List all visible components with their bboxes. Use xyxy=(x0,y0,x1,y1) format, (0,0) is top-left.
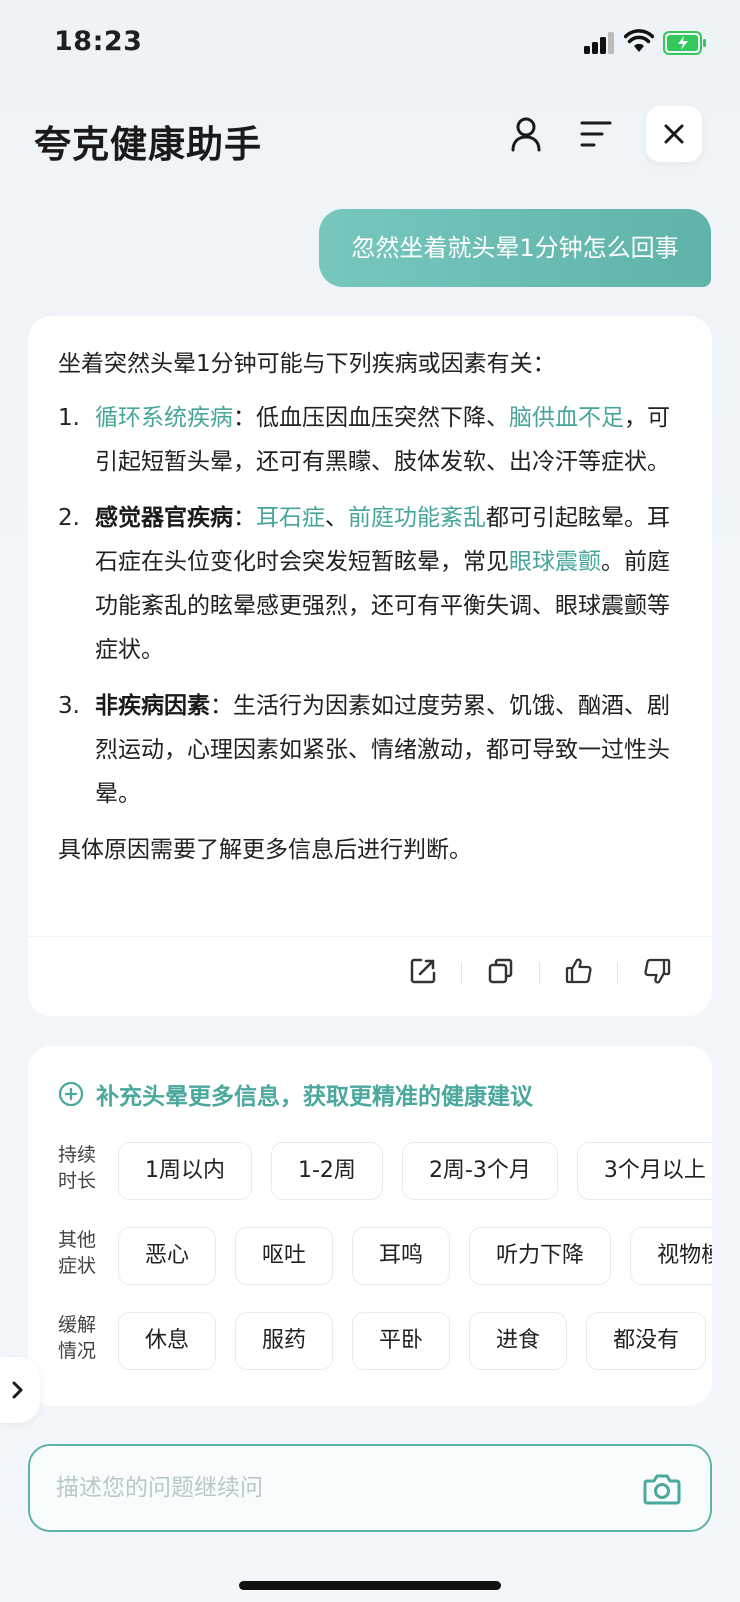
menu-icon[interactable] xyxy=(576,114,616,154)
camera-icon[interactable] xyxy=(642,1470,682,1508)
question-input-bar xyxy=(28,1444,712,1532)
page-title: 夸克健康助手 xyxy=(34,123,262,166)
app-header: 夸克健康助手 xyxy=(0,100,740,190)
option-chip[interactable]: 服药 xyxy=(235,1312,334,1370)
answer-text: 、 xyxy=(325,505,348,531)
option-chip[interactable]: 休息 xyxy=(118,1312,217,1370)
divider xyxy=(461,962,462,984)
edit-icon[interactable] xyxy=(408,956,438,986)
option-chip[interactable]: 进食 xyxy=(469,1312,568,1370)
answer-actions xyxy=(28,944,712,1004)
user-message-bubble: 忽然坐着就头晕1分钟怎么回事 xyxy=(319,209,711,287)
term-link[interactable]: 前庭功能紊乱 xyxy=(348,505,486,531)
answer-outro: 具体原因需要了解更多信息后进行判断。 xyxy=(58,837,472,863)
supplement-title: 补充头晕更多信息，获取更精准的健康建议 xyxy=(96,1084,533,1110)
term-link[interactable]: 循环系统疾病 xyxy=(95,405,233,431)
answer-text: ：低血压因血压突然下降、 xyxy=(233,405,509,431)
thumb-down-icon[interactable] xyxy=(642,956,672,986)
side-drawer-handle[interactable] xyxy=(0,1357,40,1423)
battery-charging-icon xyxy=(663,31,706,55)
divider xyxy=(617,962,618,984)
item-heading: 非疾病因素 xyxy=(95,693,210,719)
answer-list: 1. 循环系统疾病：低血压因血压突然下降、脑供血不足，可引起短暂头晕，还可有黑矇… xyxy=(58,396,688,816)
option-chip[interactable]: 呕吐 xyxy=(235,1227,334,1285)
option-chip[interactable]: 平卧 xyxy=(352,1312,451,1370)
row-label-duration: 持续时长 xyxy=(58,1144,97,1192)
option-chip[interactable]: 视物模糊 xyxy=(630,1227,712,1285)
cellular-signal-icon xyxy=(584,32,616,54)
status-time: 18:23 xyxy=(54,26,143,57)
term-link[interactable]: 脑供血不足 xyxy=(509,405,624,431)
plus-circle-icon xyxy=(58,1081,84,1107)
answer-card: 坐着突然头晕1分钟可能与下列疾病或因素有关： 1. 循环系统疾病：低血压因血压突… xyxy=(28,316,712,1016)
question-input[interactable] xyxy=(56,1466,616,1510)
answer-text: ： xyxy=(233,505,256,531)
thumb-up-icon[interactable] xyxy=(564,956,594,986)
answer-item: 1. 循环系统疾病：低血压因血压突然下降、脑供血不足，可引起短暂头晕，还可有黑矇… xyxy=(58,396,688,484)
home-indicator xyxy=(239,1581,501,1590)
item-heading: 感觉器官疾病 xyxy=(95,505,233,531)
answer-item: 2. 感觉器官疾病：耳石症、前庭功能紊乱都可引起眩晕。耳石症在头位变化时会突发短… xyxy=(58,496,688,672)
option-chip[interactable]: 3个月以上 xyxy=(576,1142,712,1200)
chevron-right-icon xyxy=(12,1381,23,1399)
close-icon xyxy=(664,124,684,144)
row-label-relief: 缓解情况 xyxy=(58,1314,97,1362)
option-chip[interactable]: 听力下降 xyxy=(469,1227,612,1285)
term-link[interactable]: 耳石症 xyxy=(256,505,325,531)
option-chip[interactable]: 耳鸣 xyxy=(352,1227,451,1285)
chip-row-duration: 1周以内 1-2周 2周-3个月 3个月以上 xyxy=(118,1142,712,1200)
wifi-icon xyxy=(624,29,654,52)
item-number: 3. xyxy=(58,693,80,719)
answer-body: 坐着突然头晕1分钟可能与下列疾病或因素有关： 1. 循环系统疾病：低血压因血压突… xyxy=(58,342,688,872)
supplement-card: 补充头晕更多信息，获取更精准的健康建议 持续时长 1周以内 1-2周 2周-3个… xyxy=(28,1046,712,1406)
chip-row-relief: 休息 服药 平卧 进食 都没有 xyxy=(118,1312,712,1370)
answer-item: 3. 非疾病因素：生活行为因素如过度劳累、饥饿、酗酒、剧烈运动，心理因素如紧张、… xyxy=(58,684,688,816)
option-chip[interactable]: 恶心 xyxy=(118,1227,217,1285)
copy-icon[interactable] xyxy=(486,956,516,986)
status-bar: 18:23 xyxy=(0,0,740,90)
row-label-symptoms: 其他症状 xyxy=(58,1229,97,1277)
close-button[interactable] xyxy=(646,106,702,162)
option-chip[interactable]: 1周以内 xyxy=(118,1142,252,1200)
chip-row-symptoms: 恶心 呕吐 耳鸣 听力下降 视物模糊 xyxy=(118,1227,712,1285)
option-chip[interactable]: 1-2周 xyxy=(271,1142,383,1200)
option-chip[interactable]: 2周-3个月 xyxy=(401,1142,558,1200)
item-number: 1. xyxy=(58,405,80,431)
item-number: 2. xyxy=(58,505,80,531)
divider xyxy=(28,936,712,937)
supplement-header[interactable]: 补充头晕更多信息，获取更精准的健康建议 xyxy=(58,1076,533,1112)
option-chip[interactable]: 都没有 xyxy=(586,1312,707,1370)
user-icon[interactable] xyxy=(506,114,546,154)
term-link[interactable]: 眼球震颤 xyxy=(509,549,601,575)
divider xyxy=(539,962,540,984)
answer-intro: 坐着突然头晕1分钟可能与下列疾病或因素有关： xyxy=(58,351,556,377)
